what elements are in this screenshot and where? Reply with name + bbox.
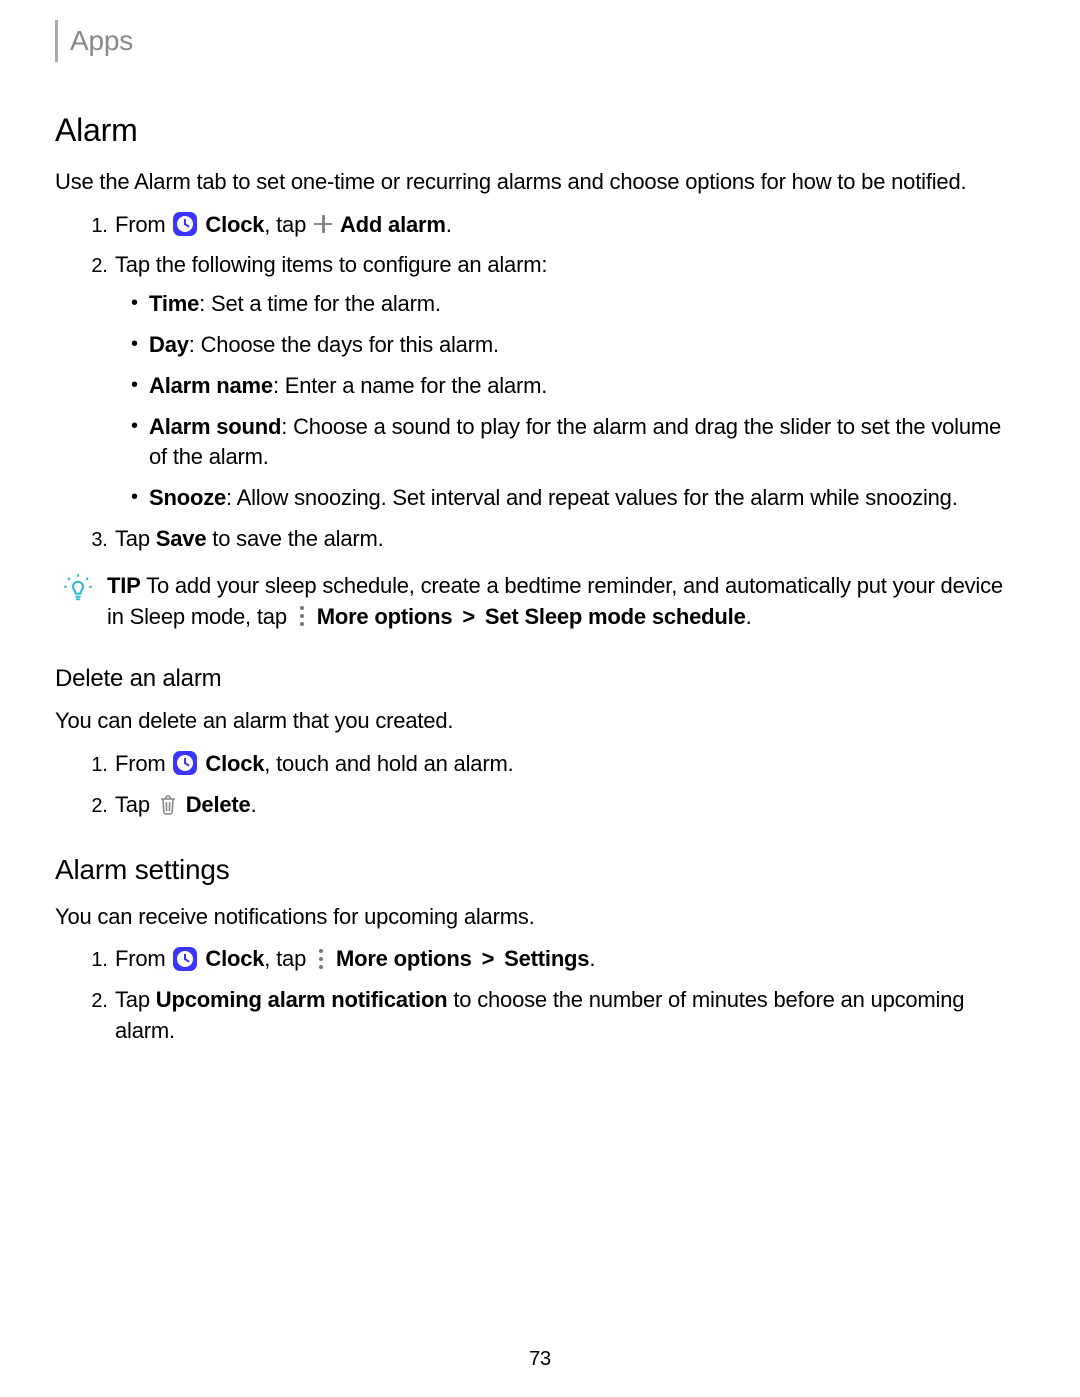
plus-icon xyxy=(314,215,332,233)
delete-step-1: From Clock, touch and hold an alarm. xyxy=(113,749,1020,780)
settings-label: Settings xyxy=(504,946,589,971)
tip-text: TIP To add your sleep schedule, create a… xyxy=(107,571,1020,633)
delete-step-2: Tap Delete. xyxy=(113,790,1020,821)
text: . xyxy=(446,212,452,237)
clock-label: Clock xyxy=(205,212,264,237)
clock-icon xyxy=(173,212,197,236)
add-alarm-label: Add alarm xyxy=(340,212,446,237)
more-options-icon xyxy=(297,606,307,626)
tip-label: TIP xyxy=(107,573,141,598)
config-time: Time: Set a time for the alarm. xyxy=(149,289,1020,320)
config-name: Alarm name: Enter a name for the alarm. xyxy=(149,371,1020,402)
label: Time xyxy=(149,291,199,316)
config-day: Day: Choose the days for this alarm. xyxy=(149,330,1020,361)
alarm-config-list: Time: Set a time for the alarm. Day: Cho… xyxy=(115,289,1020,514)
clock-label: Clock xyxy=(205,946,264,971)
config-sound: Alarm sound: Choose a sound to play for … xyxy=(149,412,1020,474)
trash-icon xyxy=(158,794,178,816)
save-label: Save xyxy=(156,526,207,551)
label: Day xyxy=(149,332,189,357)
delete-steps: From Clock, touch and hold an alarm. Tap… xyxy=(55,749,1020,821)
clock-icon xyxy=(173,751,197,775)
text: From xyxy=(115,212,171,237)
subsection-title-delete: Delete an alarm xyxy=(55,662,1020,696)
more-options-icon xyxy=(316,949,326,969)
manual-page: Apps Alarm Use the Alarm tab to set one-… xyxy=(0,0,1080,1397)
text: . xyxy=(251,792,257,817)
alarm-step-3: Tap Save to save the alarm. xyxy=(113,524,1020,555)
clock-label: Clock xyxy=(205,751,264,776)
alarm-step-1: From Clock, tap Add alarm. xyxy=(113,210,1020,241)
settings-intro: You can receive notifications for upcomi… xyxy=(55,902,1020,933)
text: From xyxy=(115,946,171,971)
settings-step-1: From Clock, tap More options > Settings. xyxy=(113,944,1020,975)
more-options-label: More options xyxy=(336,946,472,971)
text: . xyxy=(746,604,752,629)
alarm-steps: From Clock, tap Add alarm. Tap the follo… xyxy=(55,210,1020,555)
header-rule xyxy=(55,20,58,62)
upcoming-label: Upcoming alarm notification xyxy=(156,987,448,1012)
page-header: Apps xyxy=(55,20,1020,62)
page-number: 73 xyxy=(0,1345,1080,1373)
section-title-settings: Alarm settings xyxy=(55,850,1020,889)
clock-icon xyxy=(173,947,197,971)
desc: : Enter a name for the alarm. xyxy=(273,373,547,398)
desc: : Choose the days for this alarm. xyxy=(189,332,499,357)
text: From xyxy=(115,751,171,776)
tip-callout: TIP To add your sleep schedule, create a… xyxy=(55,571,1020,633)
config-snooze: Snooze: Allow snoozing. Set interval and… xyxy=(149,483,1020,514)
breadcrumb: Apps xyxy=(70,21,133,60)
text: Tap xyxy=(115,526,156,551)
section-title-alarm: Alarm xyxy=(55,108,1020,153)
desc: : Set a time for the alarm. xyxy=(199,291,441,316)
delete-label: Delete xyxy=(186,792,251,817)
text: Tap xyxy=(115,987,156,1012)
text: Tap xyxy=(115,792,156,817)
set-sleep-label: Set Sleep mode schedule xyxy=(485,604,746,629)
text: Tap the following items to configure an … xyxy=(115,252,547,277)
settings-step-2: Tap Upcoming alarm notification to choos… xyxy=(113,985,1020,1047)
text: . xyxy=(589,946,595,971)
gt: > xyxy=(456,604,480,629)
text: to save the alarm. xyxy=(206,526,383,551)
text: , tap xyxy=(264,946,312,971)
delete-intro: You can delete an alarm that you created… xyxy=(55,706,1020,737)
label: Alarm name xyxy=(149,373,273,398)
desc: : Allow snoozing. Set interval and repea… xyxy=(226,485,958,510)
gt: > xyxy=(476,946,500,971)
alarm-intro: Use the Alarm tab to set one-time or rec… xyxy=(55,167,1020,198)
alarm-step-2: Tap the following items to configure an … xyxy=(113,250,1020,514)
settings-steps: From Clock, tap More options > Settings.… xyxy=(55,944,1020,1046)
label: Snooze xyxy=(149,485,226,510)
text: , touch and hold an alarm. xyxy=(264,751,513,776)
lightbulb-icon xyxy=(63,573,97,612)
text: , tap xyxy=(264,212,312,237)
label: Alarm sound xyxy=(149,414,281,439)
more-options-label: More options xyxy=(317,604,453,629)
